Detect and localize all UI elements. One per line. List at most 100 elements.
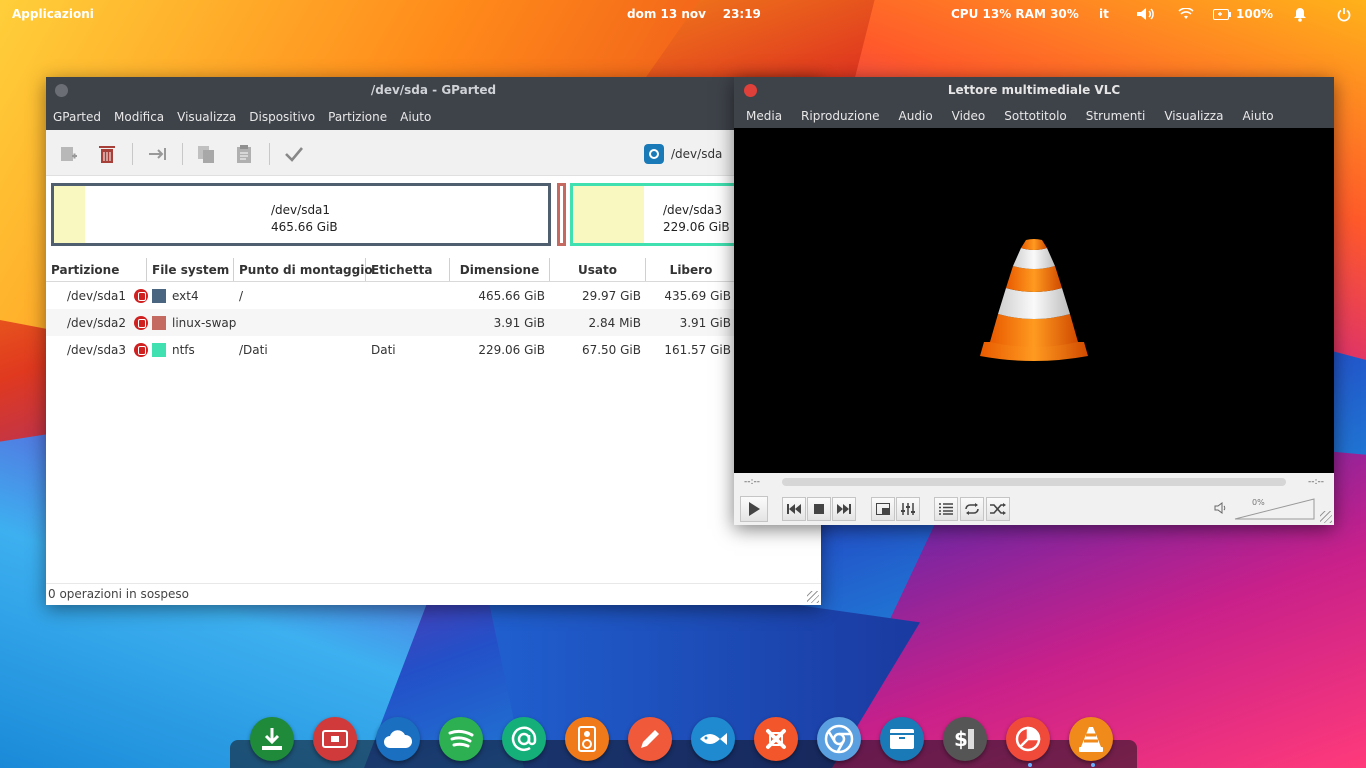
disk-app-icon[interactable] (313, 717, 357, 761)
fs-color-swatch (152, 288, 166, 303)
partition-table: Partizione File system Punto di montaggi… (46, 258, 736, 363)
terminal-icon[interactable]: $ (943, 717, 987, 761)
menu-visualizza[interactable]: Visualizza (177, 110, 236, 124)
next-icon[interactable] (832, 497, 856, 521)
gparted-titlebar[interactable]: /dev/sda - GParted (46, 77, 821, 104)
apply-icon[interactable] (283, 143, 305, 165)
play-icon[interactable] (740, 496, 768, 522)
lock-icon (134, 288, 149, 303)
fullscreen-icon[interactable] (871, 497, 895, 521)
resize-grip[interactable] (1320, 511, 1332, 523)
free-cell: 3.91 GiB (679, 315, 731, 330)
menu-riproduzione[interactable]: Riproduzione (801, 109, 880, 123)
size-cell: 229.06 GiB (478, 342, 545, 357)
column-header[interactable]: Etichetta (366, 258, 450, 281)
applications-menu[interactable]: Applicazioni (12, 7, 94, 21)
time-total: --:-- (1307, 477, 1324, 487)
bell-icon[interactable] (1293, 7, 1307, 22)
cloud-icon[interactable] (376, 717, 420, 761)
column-header[interactable]: Libero (646, 258, 736, 281)
system-monitor[interactable]: CPU 13% RAM 30% (951, 7, 1079, 21)
free-cell: 435.69 GiB (664, 288, 731, 303)
wifi-icon[interactable] (1178, 8, 1194, 20)
resize-move-icon[interactable] (147, 143, 169, 165)
speaker-icon[interactable] (1214, 502, 1228, 517)
label-cell: Dati (371, 342, 396, 357)
running-indicator (1028, 763, 1032, 767)
menu-video[interactable]: Video (952, 109, 986, 123)
partition-map: /dev/sda1 465.66 GiB /dev/sda3 229.06 Gi… (46, 176, 821, 252)
seek-row: --:-- --:-- (734, 473, 1334, 493)
speaker-app-icon[interactable] (565, 717, 609, 761)
partition-block-size: 229.06 GiB (663, 220, 730, 234)
mail-icon[interactable] (502, 717, 546, 761)
menu-modifica[interactable]: Modifica (114, 110, 164, 124)
spotify-icon[interactable] (439, 717, 483, 761)
column-header[interactable]: Dimensione (450, 258, 550, 281)
new-partition-icon[interactable] (57, 143, 79, 165)
vlc-titlebar[interactable]: Lettore multimediale VLC (734, 77, 1334, 104)
equalizer-icon[interactable] (896, 497, 920, 521)
table-body: /dev/sda1 ext4 / 465.66 GiB 29.97 GiB 43… (46, 282, 736, 363)
clock[interactable]: dom 13 nov 23:19 (627, 7, 761, 21)
table-row[interactable]: /dev/sda1 ext4 / 465.66 GiB 29.97 GiB 43… (46, 282, 736, 309)
lock-icon (134, 315, 149, 330)
volume-slider[interactable] (1234, 498, 1316, 520)
partition-block-sda1[interactable]: /dev/sda1 465.66 GiB (51, 183, 551, 246)
column-header[interactable]: Punto di montaggio (234, 258, 373, 281)
menu-audio[interactable]: Audio (899, 109, 933, 123)
table-row[interactable]: /dev/sda2 linux-swap 3.91 GiB 2.84 MiB 3… (46, 309, 736, 336)
archive-icon[interactable] (880, 717, 924, 761)
menu-gparted[interactable]: GParted (53, 110, 101, 124)
menu-visualizza[interactable]: Visualizza (1164, 109, 1223, 123)
window-title: /dev/sda - GParted (370, 83, 497, 97)
video-area[interactable] (734, 128, 1334, 473)
shuffle-icon[interactable] (986, 497, 1010, 521)
pending-operations: 0 operazioni in sospeso (48, 587, 189, 601)
menu-sottotitolo[interactable]: Sottotitolo (1004, 109, 1066, 123)
playlist-icon[interactable] (934, 497, 958, 521)
pie-chart-icon[interactable] (1006, 717, 1050, 761)
resize-grip[interactable] (807, 591, 819, 603)
size-cell: 465.66 GiB (478, 288, 545, 303)
menu-aiuto[interactable]: Aiuto (400, 110, 431, 124)
keyboard-layout[interactable]: it (1099, 7, 1109, 21)
menu-partizione[interactable]: Partizione (328, 110, 387, 124)
power-icon[interactable] (1337, 7, 1351, 22)
gparted-toolbar: /dev/sda ( (46, 130, 821, 176)
vlc-cone-logo (980, 239, 1088, 361)
xampp-icon[interactable] (754, 717, 798, 761)
column-header[interactable]: Usato (550, 258, 646, 281)
menu-aiuto[interactable]: Aiuto (1242, 109, 1273, 123)
top-panel: Applicazioni dom 13 nov 23:19 CPU 13% RA… (0, 0, 1366, 28)
column-header[interactable]: File system (147, 258, 234, 281)
column-header[interactable]: Partizione (46, 258, 147, 281)
battery-icon[interactable] (1213, 9, 1231, 20)
menu-strumenti[interactable]: Strumenti (1086, 109, 1146, 123)
battery-level: 100% (1236, 7, 1274, 21)
loop-icon[interactable] (960, 497, 984, 521)
mount-cell: / (239, 288, 244, 303)
menu-dispositivo[interactable]: Dispositivo (249, 110, 315, 124)
volume-icon[interactable] (1136, 7, 1156, 21)
download-icon[interactable] (250, 717, 294, 761)
delete-icon[interactable] (96, 143, 118, 165)
used-cell: 67.50 GiB (581, 342, 641, 357)
partition-block-sda3[interactable]: /dev/sda3 229.06 GiB (570, 183, 745, 246)
prev-icon[interactable] (782, 497, 806, 521)
device-name: /dev/sda (671, 147, 723, 161)
fs-cell: ext4 (172, 288, 199, 303)
paste-icon[interactable] (233, 143, 255, 165)
stop-icon[interactable] (807, 497, 831, 521)
seek-bar[interactable] (782, 478, 1286, 486)
copy-icon[interactable] (195, 143, 217, 165)
vlc-icon[interactable] (1069, 717, 1113, 761)
pencil-icon[interactable] (628, 717, 672, 761)
menu-media[interactable]: Media (746, 109, 782, 123)
fish-icon[interactable] (691, 717, 735, 761)
table-row[interactable]: /dev/sda3 ntfs /Dati Dati 229.06 GiB 67.… (46, 336, 736, 363)
dock (230, 740, 1137, 768)
chrome-icon[interactable] (817, 717, 861, 761)
window-title: Lettore multimediale VLC (947, 83, 1121, 97)
partition-block-sda2[interactable] (557, 183, 566, 246)
